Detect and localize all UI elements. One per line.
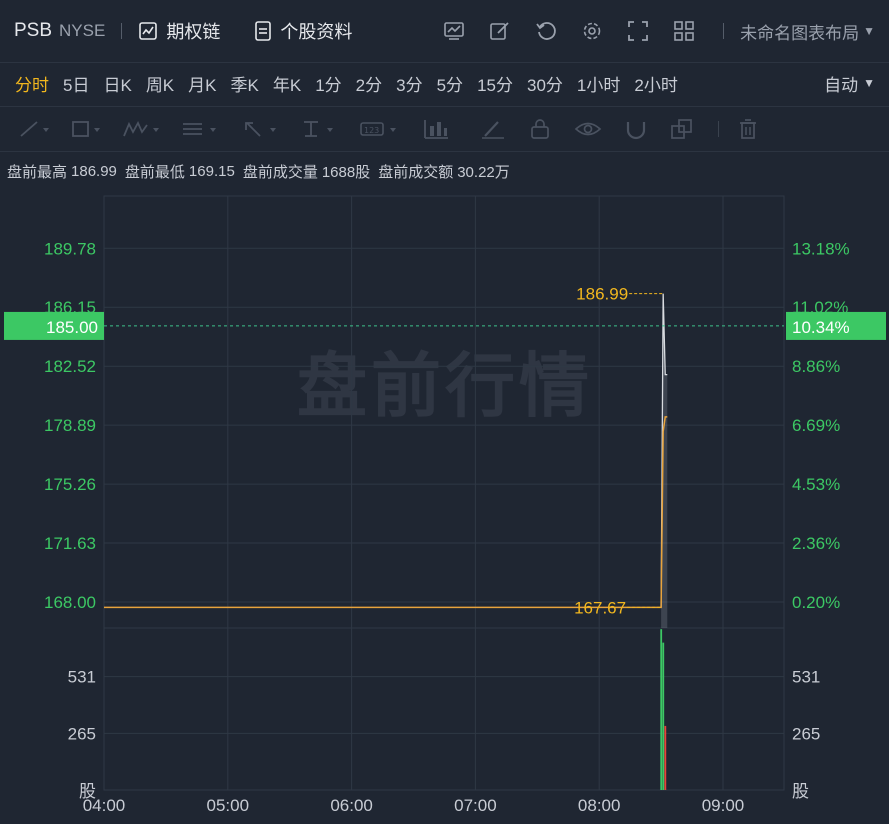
volume-unit-label-right: 股: [792, 782, 809, 802]
volume-bar: [664, 725, 667, 790]
time-tick-label: 05:00: [207, 796, 250, 815]
time-tick-label: 06:00: [330, 796, 373, 815]
pct-tick-label: 8.86%: [792, 357, 840, 376]
price-line: [104, 416, 668, 609]
volume-unit-label: 股: [79, 782, 96, 802]
pct-tick-label: 0.20%: [792, 593, 840, 612]
pct-tick-label: 4.53%: [792, 475, 840, 494]
volume-tick-label-right: 265: [792, 724, 820, 743]
volume-tick-label: 265: [68, 724, 96, 743]
intraday-chart[interactable]: 189.78 13.18%186.15 11.02%182.52 8.86%178.8…: [0, 0, 889, 824]
chart-frame: [103, 195, 785, 791]
time-tick-label: 07:00: [454, 796, 497, 815]
max-marker-label: 186.99: [576, 285, 628, 304]
price-tick-label: 189.78: [44, 239, 96, 258]
pct-tick-label: 6.69%: [792, 416, 840, 435]
current-pct-label: 10.34%: [792, 318, 850, 337]
min-marker-label: 167.67: [574, 598, 626, 617]
time-tick-label: 09:00: [702, 796, 745, 815]
time-tick-label: 08:00: [578, 796, 621, 815]
pct-tick-label: 13.18%: [792, 239, 850, 258]
price-tick-label: 171.63: [44, 534, 96, 553]
volume-tick-label-right: 531: [792, 668, 820, 687]
price-tick-label: 175.26: [44, 475, 96, 494]
current-price-label: 185.00: [46, 318, 98, 337]
pct-tick-label: 2.36%: [792, 534, 840, 553]
price-tick-label: 168.00: [44, 593, 96, 612]
price-tick-label: 178.89: [44, 416, 96, 435]
volume-bar: [662, 642, 665, 790]
volume-bar: [660, 629, 663, 790]
price-tick-label: 182.52: [44, 357, 96, 376]
volume-tick-label: 531: [68, 668, 96, 687]
